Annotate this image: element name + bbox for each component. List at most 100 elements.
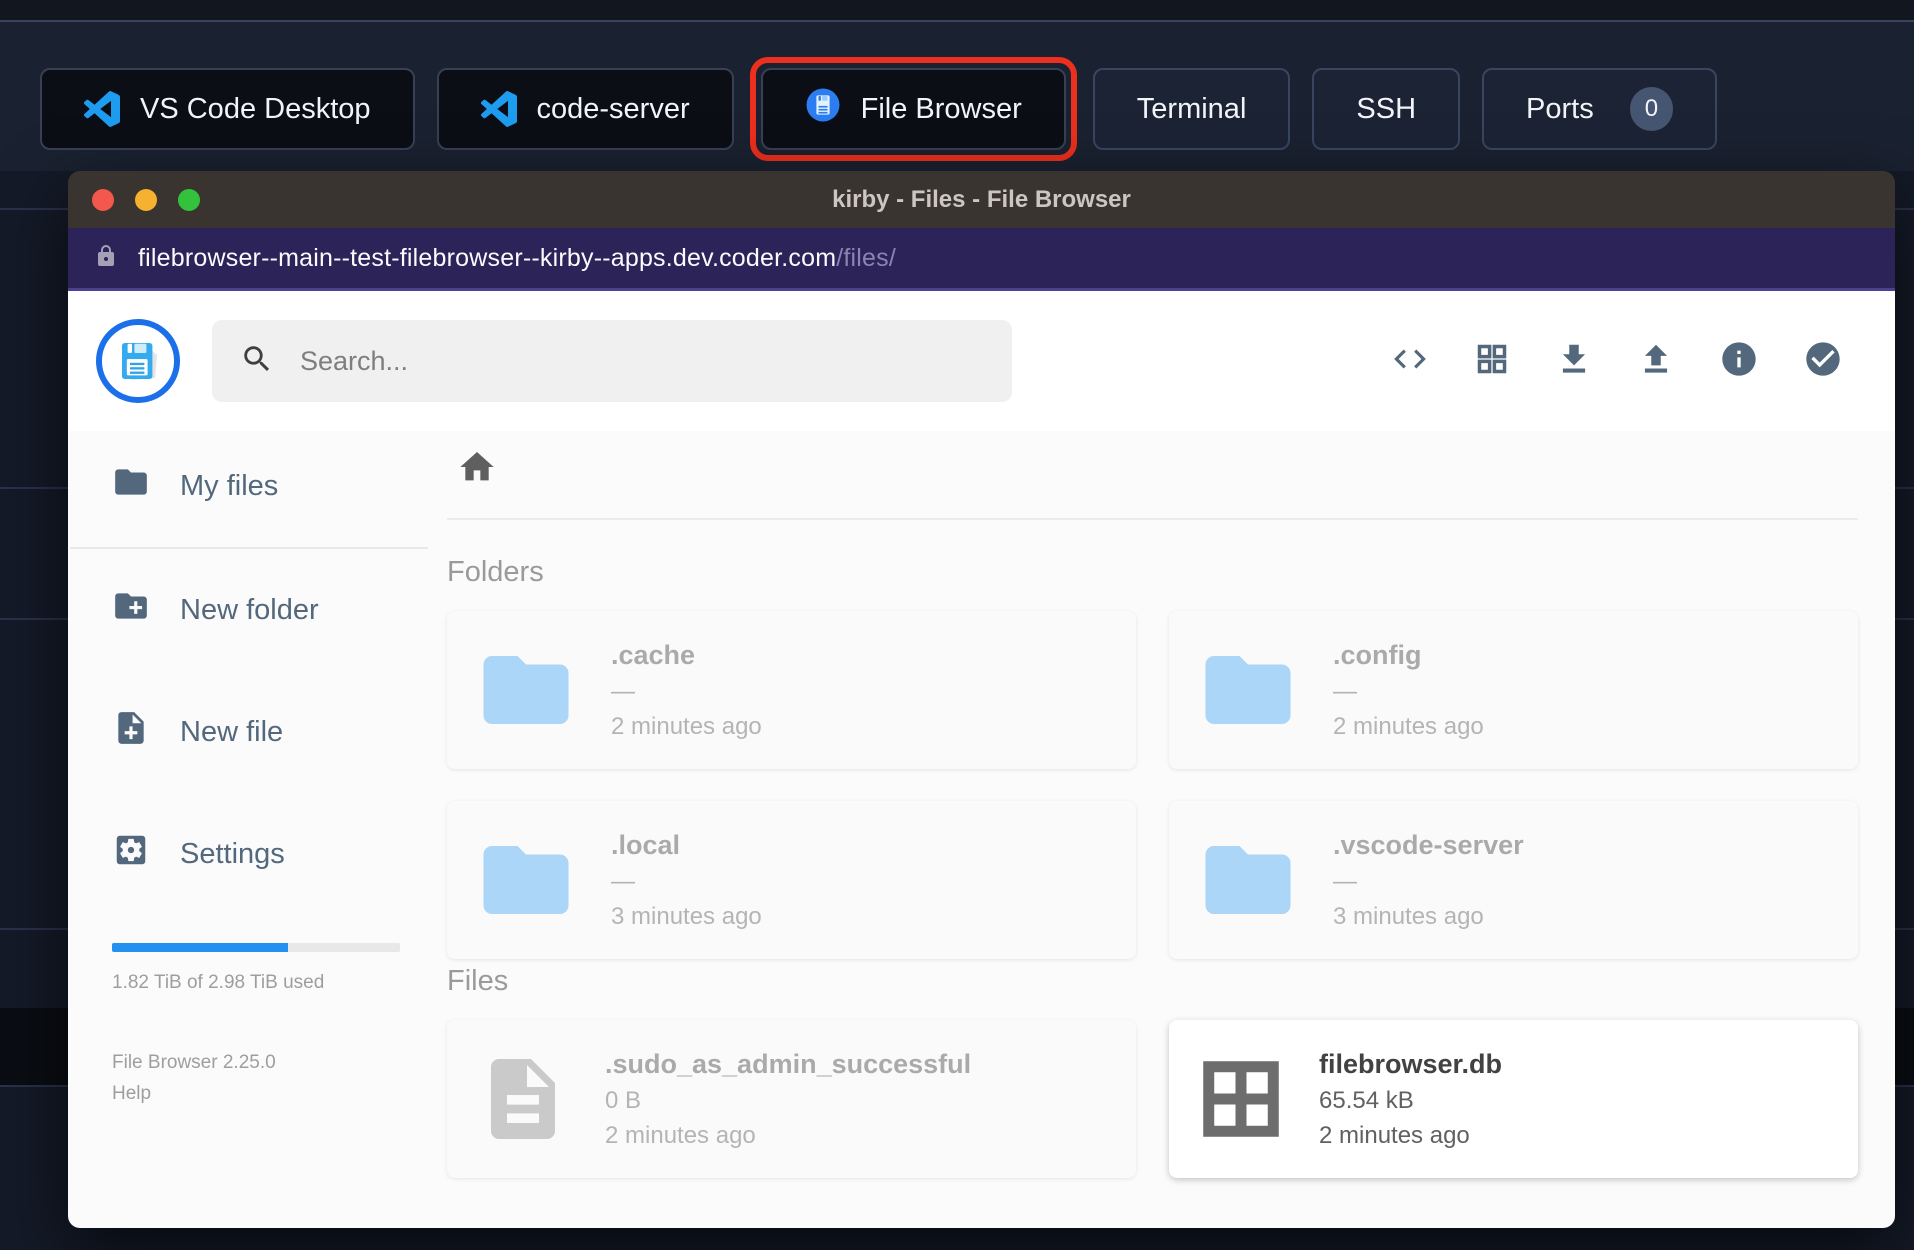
info-icon[interactable] [1719,339,1759,384]
folder-icon [483,656,569,724]
header-toolbar [1391,339,1867,384]
close-window-button[interactable] [92,188,114,211]
app-version: File Browser 2.25.0 [112,1052,276,1073]
files-grid: .sudo_as_admin_successful 0 B 2 minutes … [447,1020,1858,1178]
file-browser-button[interactable]: File Browser [760,68,1066,150]
ports-count-badge: 0 [1629,87,1674,131]
new-file-icon [112,709,150,755]
sidebar-item-label: New file [180,715,284,748]
folder-card-config[interactable]: .config — 2 minutes ago [1169,611,1858,769]
terminal-button[interactable]: Terminal [1092,68,1291,150]
check-circle-icon[interactable] [1803,339,1843,384]
card-text: .sudo_as_admin_successful 0 B 2 minutes … [605,1049,971,1150]
item-name: .cache [611,639,696,670]
app-body: My files New folder New file Settings 1.… [68,431,1895,1228]
folder-card-vscode-server[interactable]: .vscode-server — 3 minutes ago [1169,801,1858,959]
file-browser-icon [805,87,841,131]
folder-icon [1205,846,1291,914]
card-text: .local — 3 minutes ago [611,830,762,931]
highlight-ring: File Browser [749,57,1077,161]
card-text: filebrowser.db 65.54 kB 2 minutes ago [1319,1049,1502,1150]
section-title-folders: Folders [447,556,544,588]
file-card-filebrowser-db[interactable]: filebrowser.db 65.54 kB 2 minutes ago [1169,1020,1858,1178]
item-size: — [1333,677,1357,705]
download-icon[interactable] [1555,340,1593,383]
url-text: filebrowser--main--test-filebrowser--kir… [138,243,896,272]
storage-progress-bar [112,943,400,952]
folder-card-local[interactable]: .local — 3 minutes ago [447,801,1136,959]
folder-card-cache[interactable]: .cache — 2 minutes ago [447,611,1136,769]
window-title-bar: kirby - Files - File Browser [68,171,1895,228]
window-title: kirby - Files - File Browser [832,185,1131,213]
item-modified: 2 minutes ago [1319,1121,1470,1149]
new-folder-icon [112,587,150,633]
filebrowser-logo[interactable] [96,319,180,403]
lock-icon [94,244,118,273]
item-name: filebrowser.db [1319,1048,1503,1079]
app-header [68,291,1895,431]
ssh-button[interactable]: SSH [1312,68,1461,150]
address-bar[interactable]: filebrowser--main--test-filebrowser--kir… [68,228,1895,291]
breadcrumb [447,447,1858,492]
folder-icon [483,846,569,914]
item-size: 0 B [605,1086,642,1114]
item-modified: 3 minutes ago [611,902,762,930]
vscode-icon [480,91,517,127]
card-text: .vscode-server — 3 minutes ago [1333,830,1524,931]
item-name: .sudo_as_admin_successful [605,1048,972,1079]
file-card-sudo-as-admin[interactable]: .sudo_as_admin_successful 0 B 2 minutes … [447,1020,1136,1178]
item-size: — [611,867,635,895]
search-box[interactable] [212,320,1012,402]
vscode-desktop-button[interactable]: VS Code Desktop [40,68,415,150]
code-server-label: code-server [536,92,690,125]
sidebar-item-label: New folder [180,593,319,626]
sidebar-item-settings[interactable]: Settings [68,819,430,889]
item-size: — [1333,867,1357,895]
section-title-files: Files [447,965,509,997]
item-modified: 2 minutes ago [605,1121,756,1149]
folders-grid: .cache — 2 minutes ago .config — 2 minut… [447,611,1858,959]
item-name: .config [1333,639,1422,670]
search-input[interactable] [300,345,984,377]
ports-label: Ports [1526,92,1594,125]
sidebar-divider [70,547,428,549]
app-button-row: VS Code Desktop code-server File Browser… [40,57,1718,161]
card-text: .cache — 2 minutes ago [611,640,762,741]
item-name: .local [611,829,681,860]
upload-icon[interactable] [1637,340,1675,383]
settings-icon [112,831,150,877]
file-icon [491,1059,555,1139]
item-modified: 2 minutes ago [1333,712,1484,740]
card-text: .config — 2 minutes ago [1333,640,1484,741]
item-name: .vscode-server [1333,829,1524,860]
sidebar: My files New folder New file Settings 1.… [68,431,430,1228]
minimize-window-button[interactable] [135,188,157,211]
item-modified: 2 minutes ago [611,712,762,740]
zoom-window-button[interactable] [178,188,200,211]
ssh-label: SSH [1356,92,1417,125]
listing-divider [447,518,1858,520]
code-server-button[interactable]: code-server [436,68,734,150]
grid-view-icon[interactable] [1473,340,1511,383]
sidebar-item-label: My files [180,469,279,502]
file-browser-label: File Browser [860,92,1022,125]
item-modified: 3 minutes ago [1333,902,1484,930]
coder-top-bar: VS Code Desktop code-server File Browser… [0,0,1914,171]
item-size: — [611,677,635,705]
sidebar-item-new-file[interactable]: New file [68,697,430,767]
terminal-label: Terminal [1136,92,1247,125]
sidebar-item-label: Settings [180,837,285,870]
home-icon[interactable] [457,447,1858,492]
help-link[interactable]: Help [112,1083,386,1105]
storage-usage-text: 1.82 TiB of 2.98 TiB used [112,972,325,993]
code-icon[interactable] [1391,340,1429,383]
file-listing: Folders .cache — 2 minutes ago .config —… [430,431,1895,1228]
item-size: 65.54 kB [1319,1086,1414,1114]
sidebar-item-new-folder[interactable]: New folder [68,575,430,645]
vscode-icon [84,91,120,127]
url-path: /files/ [836,243,896,272]
search-icon [240,342,274,381]
folder-icon [1205,656,1291,724]
ports-button[interactable]: Ports 0 [1482,68,1718,150]
sidebar-item-my-files[interactable]: My files [68,451,430,521]
